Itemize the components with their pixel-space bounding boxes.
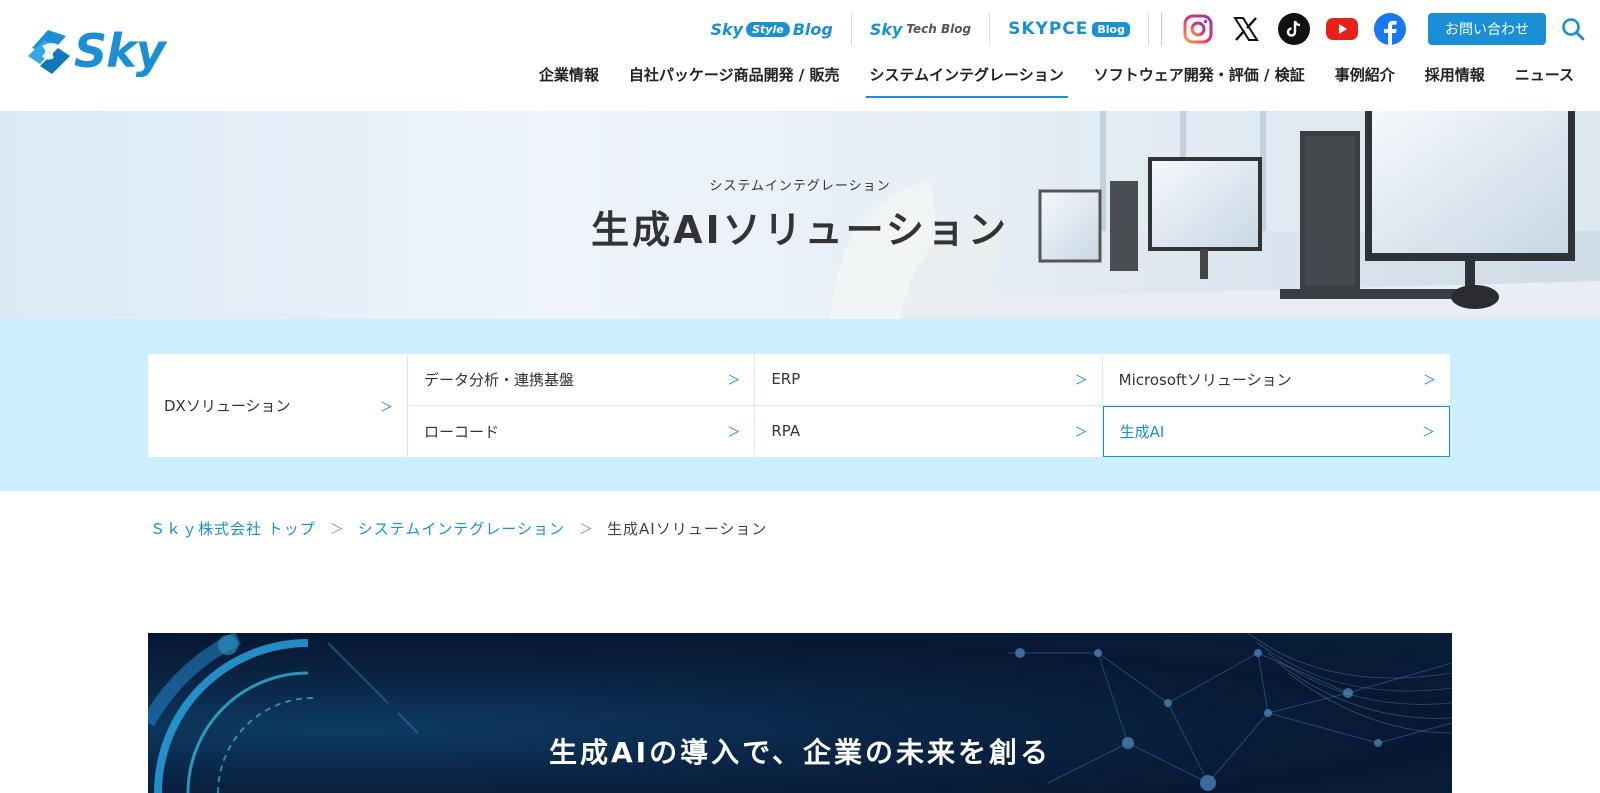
chevron-right-icon: ＞	[727, 373, 741, 389]
sky-style-blog-link[interactable]: Sky Style Blog	[693, 12, 852, 46]
skypce-blog-link[interactable]: SKYPCE Blog	[990, 12, 1149, 46]
subnav-label: ローコード	[424, 422, 500, 441]
subnav-microsoft[interactable]: Microsoftソリューション ＞	[1102, 354, 1450, 406]
banner-heading: 生成AIの導入で、企業の未来を創る	[549, 736, 1051, 769]
nav-case-studies[interactable]: 事例紹介	[1331, 58, 1399, 98]
solution-subnav: DXソリューション ＞ データ分析・連携基盤 ＞ ERP ＞ Microsoft…	[148, 354, 1450, 457]
blog-pill: Style	[746, 21, 790, 37]
youtube-icon[interactable]	[1325, 12, 1359, 46]
divider	[1161, 12, 1162, 46]
nav-package-products[interactable]: 自社パッケージ商品開発 / 販売	[625, 58, 844, 98]
chevron-right-icon: ＞	[1074, 373, 1088, 389]
x-icon[interactable]	[1229, 12, 1263, 46]
breadcrumb-separator-icon: ＞	[329, 521, 344, 538]
blog-sub: Tech Blog	[906, 22, 972, 36]
subnav-rpa[interactable]: RPA ＞	[755, 405, 1103, 457]
contact-button[interactable]: お問い合わせ	[1428, 13, 1546, 45]
subnav-label: 生成AI	[1119, 422, 1165, 441]
chevron-right-icon: ＞	[379, 400, 393, 415]
subnav-lowcode[interactable]: ローコード ＞	[408, 405, 756, 457]
breadcrumb-system-integration-link[interactable]: システムインテグレーション	[358, 518, 565, 539]
facebook-icon[interactable]	[1373, 12, 1407, 46]
search-icon[interactable]	[1556, 12, 1590, 46]
subnav-label: DXソリューション	[164, 397, 291, 415]
hero-banner: システムインテグレーション 生成AIソリューション	[0, 111, 1600, 319]
nav-system-integration[interactable]: システムインテグレーション	[865, 58, 1068, 98]
chevron-right-icon: ＞	[1074, 425, 1088, 441]
subnav-label: Microsoftソリューション	[1118, 370, 1292, 389]
blog-pill: Blog	[1092, 21, 1130, 37]
breadcrumb-current: 生成AIソリューション	[607, 520, 768, 538]
ai-intro-banner: 生成AIの導入で、企業の未来を創る	[148, 633, 1452, 793]
top-utility-bar: Sky Style Blog Sky Tech Blog SKYPCE Blog	[693, 12, 1600, 46]
nav-news[interactable]: ニュース	[1511, 58, 1578, 98]
tiktok-icon[interactable]	[1277, 12, 1311, 46]
instagram-icon[interactable]	[1181, 12, 1215, 46]
blog-brand: Sky	[710, 19, 744, 39]
blog-brand: Sky	[869, 19, 903, 39]
chevron-right-icon: ＞	[727, 425, 741, 441]
sky-logo-icon	[28, 30, 70, 74]
hero-subtitle: システムインテグレーション	[709, 179, 891, 194]
subnav-label: RPA	[771, 422, 801, 441]
subnav-label: ERP	[771, 370, 801, 389]
solution-subnav-band: DXソリューション ＞ データ分析・連携基盤 ＞ ERP ＞ Microsoft…	[0, 319, 1600, 491]
sky-tech-blog-link[interactable]: Sky Tech Blog	[852, 12, 991, 46]
subnav-dx-solution[interactable]: DXソリューション ＞	[148, 354, 408, 457]
page-title: 生成AIソリューション	[591, 208, 1009, 252]
nav-software-development[interactable]: ソフトウェア開発・評価 / 検証	[1090, 58, 1309, 98]
subnav-erp[interactable]: ERP ＞	[755, 354, 1103, 406]
sky-logo[interactable]: Sky	[26, 24, 166, 78]
nav-recruitment[interactable]: 採用情報	[1421, 58, 1489, 98]
subnav-data-analytics[interactable]: データ分析・連携基盤 ＞	[408, 354, 756, 406]
nav-company-info[interactable]: 企業情報	[535, 58, 603, 98]
breadcrumb-separator-icon: ＞	[579, 521, 594, 538]
subnav-generative-ai[interactable]: 生成AI ＞	[1102, 405, 1450, 457]
breadcrumb: Ｓｋｙ株式会社 トップ ＞ システムインテグレーション ＞ 生成AIソリューショ…	[150, 518, 767, 539]
subnav-label: データ分析・連携基盤	[424, 370, 575, 389]
chevron-right-icon: ＞	[1421, 425, 1435, 441]
site-header: Sky Sky Style Blog Sky Tech Blog SKYPCE …	[0, 0, 1600, 111]
breadcrumb-home-link[interactable]: Ｓｋｙ株式会社 トップ	[150, 518, 316, 539]
main-navigation: 企業情報 自社パッケージ商品開発 / 販売 システムインテグレーション ソフトウ…	[513, 58, 1578, 98]
blog-brand: SKYPCE	[1008, 19, 1089, 39]
logo-wordmark: Sky	[74, 24, 166, 78]
chevron-right-icon: ＞	[1422, 373, 1436, 389]
blog-suffix: Blog	[792, 19, 833, 39]
